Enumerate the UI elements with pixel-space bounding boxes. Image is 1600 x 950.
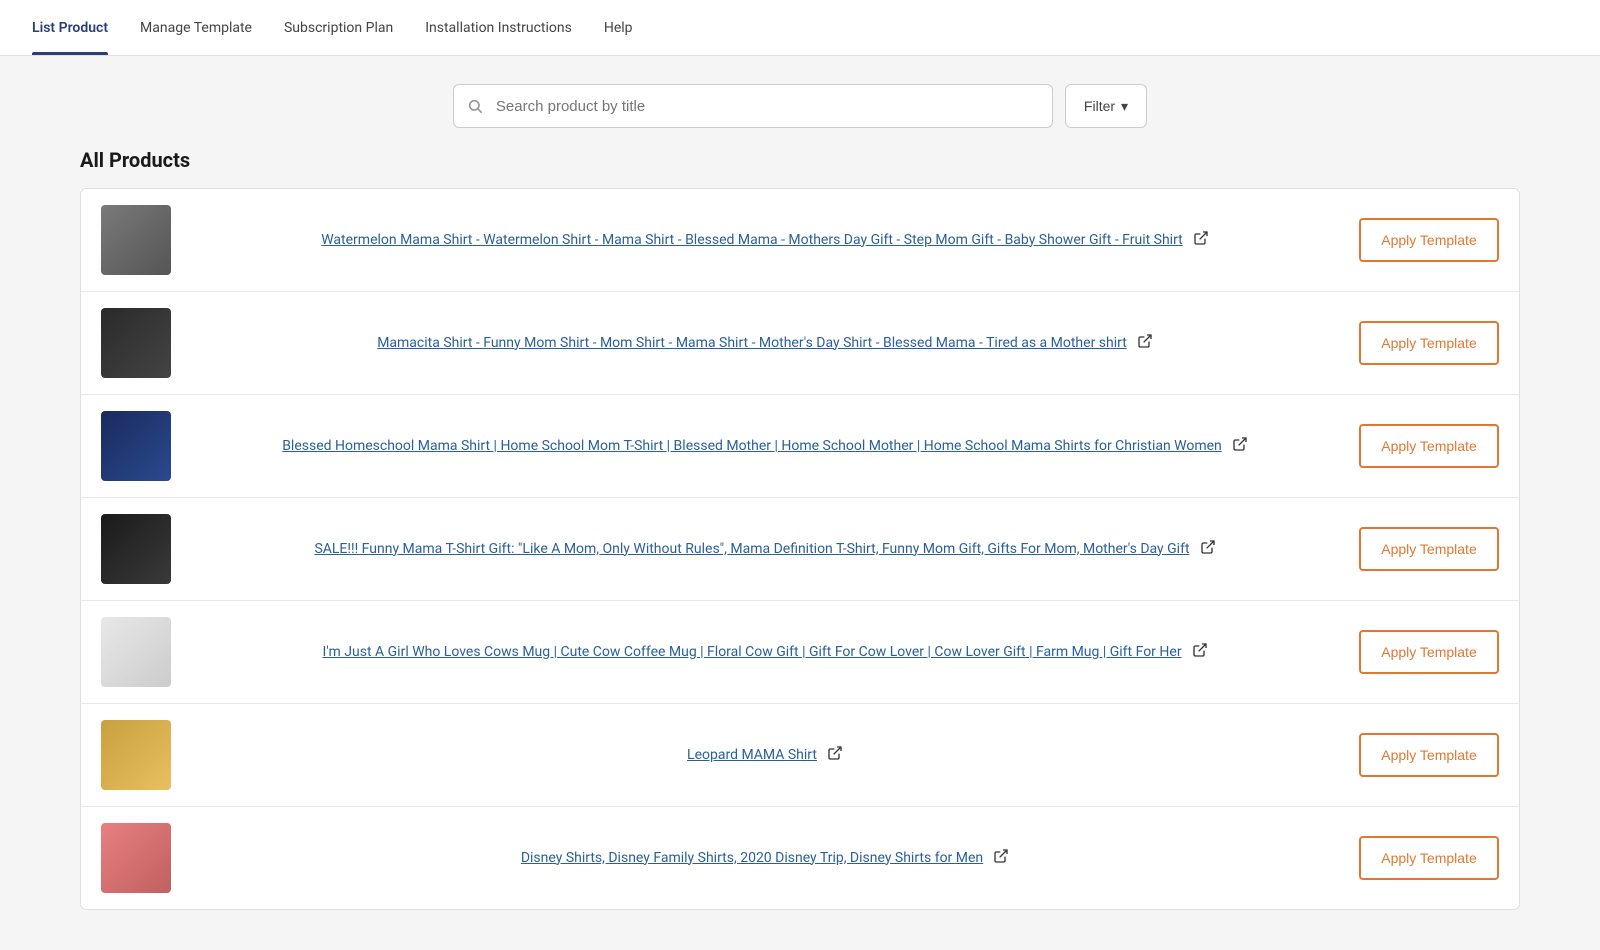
product-title[interactable]: Leopard MAMA Shirt xyxy=(687,745,817,766)
nav-installation-instructions[interactable]: Installation Instructions xyxy=(425,2,572,54)
search-icon xyxy=(467,98,483,114)
product-title[interactable]: Watermelon Mama Shirt - Watermelon Shirt… xyxy=(321,230,1183,251)
apply-template-button[interactable]: Apply Template xyxy=(1359,733,1499,777)
main-content: All Products Watermelon Mama Shirt - Wat… xyxy=(0,148,1600,950)
external-link-icon[interactable] xyxy=(827,745,843,765)
external-link-icon[interactable] xyxy=(993,848,1009,868)
external-link-icon[interactable] xyxy=(1232,436,1248,456)
table-row: Watermelon Mama Shirt - Watermelon Shirt… xyxy=(81,189,1519,292)
product-title-area: Disney Shirts, Disney Family Shirts, 202… xyxy=(187,848,1343,869)
table-row: I'm Just A Girl Who Loves Cows Mug | Cut… xyxy=(81,601,1519,704)
table-row: Disney Shirts, Disney Family Shirts, 202… xyxy=(81,807,1519,909)
table-row: SALE!!! Funny Mama T-Shirt Gift: "Like A… xyxy=(81,498,1519,601)
external-link-icon[interactable] xyxy=(1137,333,1153,353)
apply-template-button[interactable]: Apply Template xyxy=(1359,630,1499,674)
product-title-area: I'm Just A Girl Who Loves Cows Mug | Cut… xyxy=(187,642,1343,663)
product-title-area: SALE!!! Funny Mama T-Shirt Gift: "Like A… xyxy=(187,539,1343,560)
nav-help[interactable]: Help xyxy=(604,2,633,54)
product-title[interactable]: Disney Shirts, Disney Family Shirts, 202… xyxy=(521,848,983,869)
apply-template-button[interactable]: Apply Template xyxy=(1359,424,1499,468)
external-link-icon[interactable] xyxy=(1192,642,1208,662)
product-thumbnail xyxy=(101,411,171,481)
search-wrapper xyxy=(453,84,1053,128)
filter-button[interactable]: Filter ▾ xyxy=(1065,84,1147,128)
product-thumbnail xyxy=(101,720,171,790)
product-title-area: Leopard MAMA Shirt xyxy=(187,745,1343,766)
product-title[interactable]: Blessed Homeschool Mama Shirt | Home Sch… xyxy=(282,436,1222,457)
product-list: Watermelon Mama Shirt - Watermelon Shirt… xyxy=(80,188,1520,910)
product-thumbnail xyxy=(101,617,171,687)
apply-template-button[interactable]: Apply Template xyxy=(1359,321,1499,365)
external-link-icon[interactable] xyxy=(1193,230,1209,250)
table-row: Leopard MAMA Shirt Apply Template xyxy=(81,704,1519,807)
table-row: Blessed Homeschool Mama Shirt | Home Sch… xyxy=(81,395,1519,498)
chevron-down-icon: ▾ xyxy=(1121,98,1128,115)
apply-template-button[interactable]: Apply Template xyxy=(1359,836,1499,880)
product-thumbnail xyxy=(101,205,171,275)
apply-template-button[interactable]: Apply Template xyxy=(1359,218,1499,262)
nav-list-product[interactable]: List Product xyxy=(32,2,108,54)
product-title[interactable]: SALE!!! Funny Mama T-Shirt Gift: "Like A… xyxy=(314,539,1189,560)
product-thumbnail xyxy=(101,823,171,893)
product-title[interactable]: Mamacita Shirt - Funny Mom Shirt - Mom S… xyxy=(377,333,1127,354)
product-title-area: Blessed Homeschool Mama Shirt | Home Sch… xyxy=(187,436,1343,457)
product-title-area: Watermelon Mama Shirt - Watermelon Shirt… xyxy=(187,230,1343,251)
product-thumbnail xyxy=(101,308,171,378)
filter-label: Filter xyxy=(1084,98,1115,114)
section-title: All Products xyxy=(80,148,1520,172)
search-section: Filter ▾ xyxy=(0,56,1600,148)
external-link-icon[interactable] xyxy=(1200,539,1216,559)
navigation: List Product Manage Template Subscriptio… xyxy=(0,0,1600,56)
product-title[interactable]: I'm Just A Girl Who Loves Cows Mug | Cut… xyxy=(322,642,1181,663)
product-thumbnail xyxy=(101,514,171,584)
nav-subscription-plan[interactable]: Subscription Plan xyxy=(284,2,393,54)
product-title-area: Mamacita Shirt - Funny Mom Shirt - Mom S… xyxy=(187,333,1343,354)
apply-template-button[interactable]: Apply Template xyxy=(1359,527,1499,571)
search-input[interactable] xyxy=(453,84,1053,128)
nav-manage-template[interactable]: Manage Template xyxy=(140,2,252,54)
table-row: Mamacita Shirt - Funny Mom Shirt - Mom S… xyxy=(81,292,1519,395)
